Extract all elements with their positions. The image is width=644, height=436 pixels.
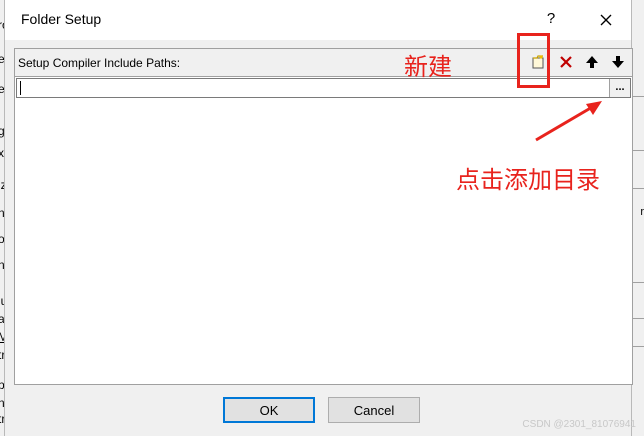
- help-button[interactable]: ?: [543, 10, 559, 27]
- ok-button[interactable]: OK: [223, 397, 315, 423]
- dialog-title: Folder Setup: [21, 11, 102, 27]
- watermark: CSDN @2301_81076941: [522, 419, 636, 430]
- delete-x-icon: [560, 56, 572, 68]
- move-down-button[interactable]: [607, 52, 629, 72]
- arrow-down-icon: [612, 56, 624, 68]
- arrow-up-icon: [586, 56, 598, 68]
- bg-fragment: r: [640, 206, 644, 218]
- annotation-new-label: 新建: [404, 53, 452, 81]
- browse-button[interactable]: ...: [609, 79, 630, 97]
- annotation-highlight-box: [517, 33, 550, 88]
- cancel-button[interactable]: Cancel: [328, 397, 420, 423]
- text-caret: [20, 81, 21, 95]
- move-up-button[interactable]: [581, 52, 603, 72]
- annotation-browse-label: 点击添加目录: [456, 166, 600, 194]
- close-button[interactable]: [593, 8, 619, 32]
- close-icon: [600, 14, 612, 26]
- delete-button[interactable]: [555, 52, 577, 72]
- screen: ro ef ef gu xe iz nk oli ne lu at M tri …: [0, 0, 644, 436]
- panel-label: Setup Compiler Include Paths:: [18, 56, 181, 70]
- annotation-arrow-icon: [535, 101, 602, 142]
